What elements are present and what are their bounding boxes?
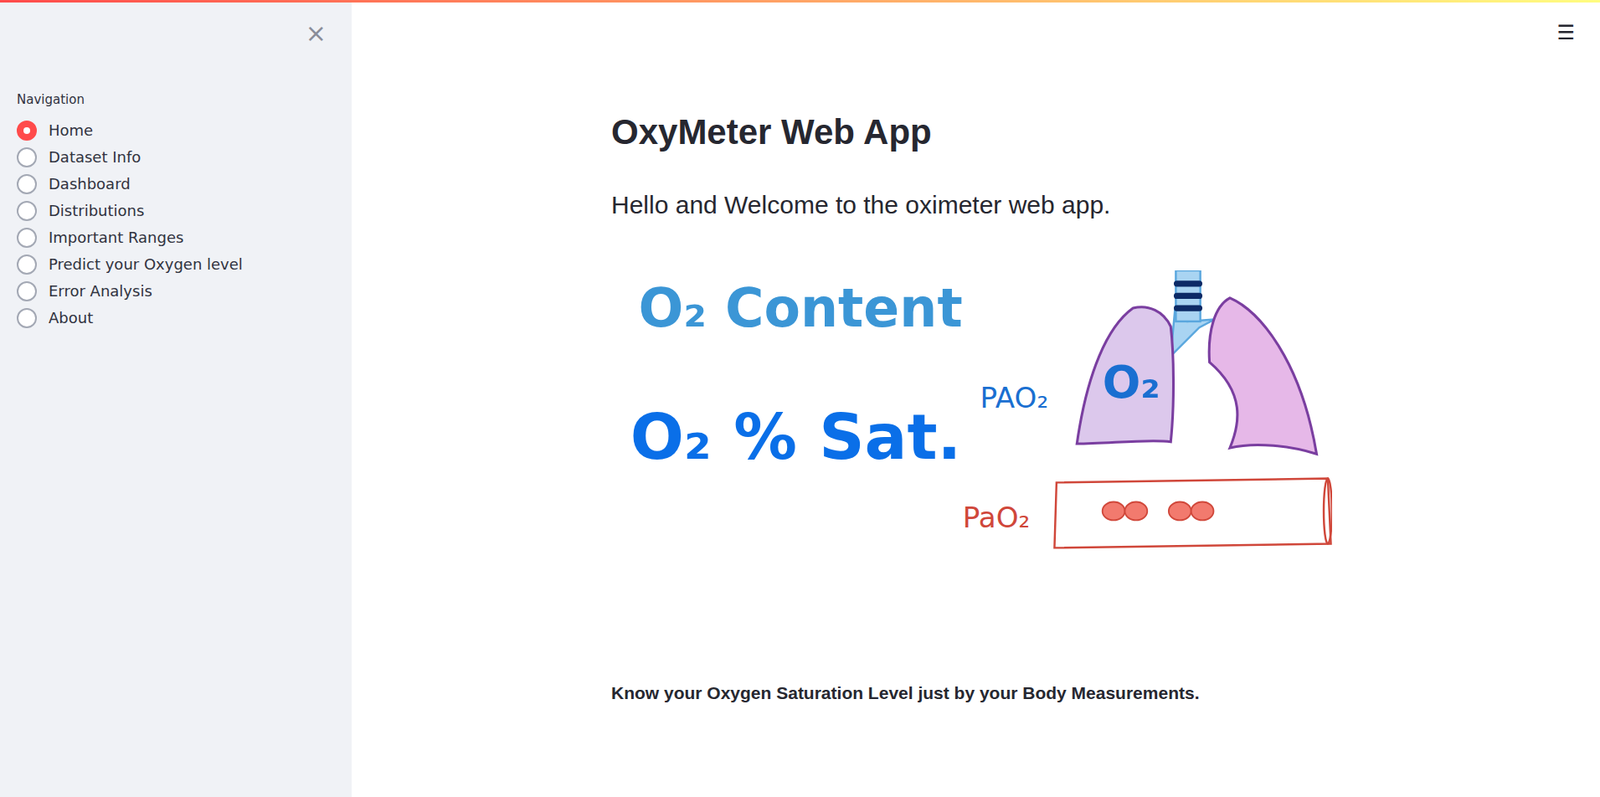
main-header: ☰ bbox=[351, 2, 1600, 62]
app-page: × Navigation Home Dataset Info Dashboard Dist… bbox=[0, 0, 1600, 797]
nav-item-label: Dataset Info bbox=[48, 147, 141, 168]
radio-circle-icon[interactable] bbox=[16, 308, 37, 329]
nav-radio-item[interactable]: Dashboard bbox=[16, 170, 352, 198]
arterial-po2-text: PaO₂ bbox=[962, 500, 1030, 535]
nav-radio-item[interactable]: About bbox=[16, 304, 352, 332]
oxygen-lungs-illustration: O₂ Content O₂ % Sat. PAO₂ PaO₂ O₂ bbox=[627, 270, 1333, 551]
close-sidebar-button[interactable]: × bbox=[302, 17, 330, 50]
o2-content-text: O₂ Content bbox=[637, 277, 963, 340]
nav-radio-item[interactable]: Dataset Info bbox=[16, 144, 352, 171]
nav-item-label: Predict your Oxygen level bbox=[48, 254, 243, 275]
navigation-radio-group: Home Dataset Info Dashboard Distributions Im… bbox=[16, 117, 352, 332]
nav-radio-item[interactable]: Error Analysis bbox=[16, 277, 352, 305]
radio-circle-icon[interactable] bbox=[16, 120, 37, 141]
radio-dot-icon bbox=[23, 127, 31, 134]
sidebar: × Navigation Home Dataset Info Dashboard Dist… bbox=[0, 2, 352, 797]
nav-item-label: Home bbox=[48, 120, 93, 141]
radio-circle-icon[interactable] bbox=[16, 281, 37, 302]
nav-item-label: About bbox=[48, 308, 93, 329]
page-title: OxyMeter Web App bbox=[611, 110, 1600, 155]
nav-item-label: Distributions bbox=[48, 200, 145, 222]
radio-circle-icon[interactable] bbox=[16, 227, 37, 248]
alveolar-po2-text: PAO₂ bbox=[980, 380, 1050, 415]
radio-circle-icon[interactable] bbox=[16, 147, 37, 168]
nav-radio-item[interactable]: Home bbox=[16, 117, 352, 145]
radio-circle-icon[interactable] bbox=[16, 254, 37, 275]
lungs-icon: O₂ bbox=[1076, 270, 1317, 454]
radio-circle-icon[interactable] bbox=[16, 200, 37, 222]
o2-saturation-text: O₂ % Sat. bbox=[630, 400, 963, 474]
lung-o2-text: O₂ bbox=[1102, 355, 1161, 409]
nav-item-label: Dashboard bbox=[48, 174, 131, 195]
blood-vessel-icon bbox=[1054, 478, 1332, 549]
app-body: × Navigation Home Dataset Info Dashboard Dist… bbox=[0, 2, 1600, 797]
nav-item-label: Important Ranges bbox=[48, 227, 184, 248]
hamburger-menu-button[interactable]: ☰ bbox=[1553, 20, 1579, 45]
navigation-label: Navigation bbox=[16, 92, 352, 108]
main-content: OxyMeter Web App Hello and Welcome to the… bbox=[351, 61, 1600, 705]
tagline: Know your Oxygen Saturation Level just b… bbox=[611, 681, 1600, 705]
welcome-subtitle: Hello and Welcome to the oximeter web ap… bbox=[611, 188, 1600, 222]
main-area: ☰ OxyMeter Web App Hello and Welcome to th… bbox=[351, 2, 1600, 797]
sidebar-header: × bbox=[16, 2, 352, 50]
nav-radio-item[interactable]: Important Ranges bbox=[16, 224, 352, 252]
nav-radio-item[interactable]: Predict your Oxygen level bbox=[16, 251, 352, 278]
nav-radio-item[interactable]: Distributions bbox=[16, 197, 352, 225]
radio-circle-icon[interactable] bbox=[16, 174, 37, 195]
nav-item-label: Error Analysis bbox=[48, 281, 153, 302]
